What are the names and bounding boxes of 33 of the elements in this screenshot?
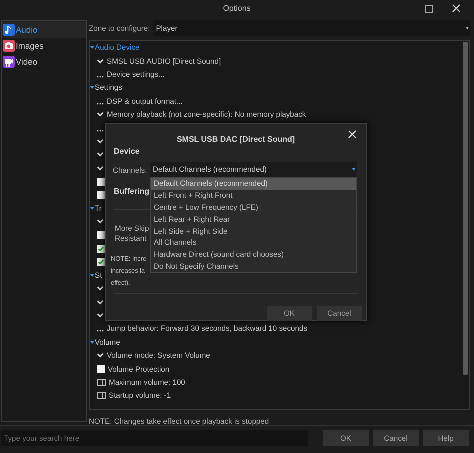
expand-triangle-icon[interactable] [90, 45, 95, 50]
checkbox[interactable] [97, 365, 105, 374]
number-field-icon [97, 378, 106, 386]
caret-icon [466, 27, 469, 30]
sidebar-item[interactable]: Audio [2, 22, 86, 38]
checkbox[interactable] [97, 231, 105, 240]
section-heading: Buffering [114, 187, 150, 196]
window-title: Options [223, 4, 251, 13]
checkbox[interactable] [97, 178, 105, 186]
chevron-down-icon [97, 352, 104, 360]
section-heading: Device [114, 147, 140, 156]
caret-icon [352, 168, 356, 171]
number-field-icon [97, 392, 106, 400]
expand-triangle-icon[interactable] [90, 206, 95, 211]
expand-triangle-icon[interactable] [90, 340, 95, 345]
checkbox[interactable] [97, 244, 105, 253]
music-note-icon [3, 24, 15, 36]
checkbox[interactable] [97, 258, 105, 266]
camera-icon [3, 40, 15, 52]
expand-triangle-icon[interactable] [90, 272, 95, 278]
chevron-down-icon [97, 218, 104, 226]
close-icon[interactable] [348, 130, 357, 139]
maximize-icon[interactable] [425, 5, 433, 13]
dialog-title: SMSL USB DAC [Direct Sound] [176, 135, 296, 144]
sidebar-item[interactable]: Video [2, 54, 86, 70]
checkbox[interactable] [97, 190, 105, 199]
chevron-down-icon [97, 111, 104, 118]
expand-triangle-icon[interactable] [90, 85, 95, 90]
video-camera-icon [3, 56, 15, 68]
chevron-down-icon [97, 58, 104, 65]
scrollbar-thumb[interactable] [463, 42, 468, 375]
sidebar-item[interactable]: Images [2, 38, 86, 54]
close-icon[interactable] [452, 4, 461, 13]
